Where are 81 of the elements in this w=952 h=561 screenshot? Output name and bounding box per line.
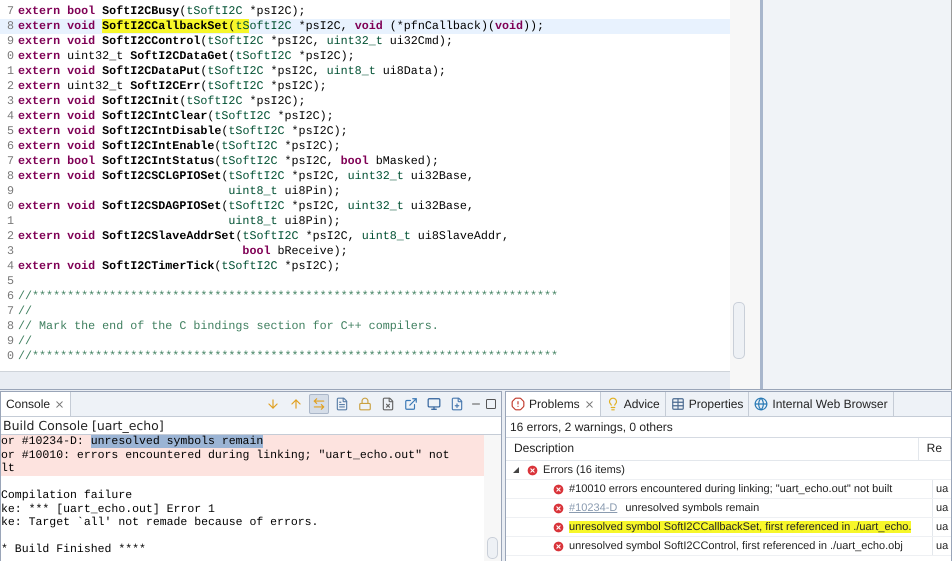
resource-cell: ua (932, 480, 951, 498)
line-number: 2 (6, 229, 14, 244)
code-line: extern void SoftI2CControl(tSoftI2C *psI2C, uint32_t ui32Cmd); (18, 34, 453, 49)
code-line: extern void SoftI2CInit(tSoftI2C *psI2C); (18, 94, 306, 109)
problem-description[interactable]: unresolved symbol SoftI2CControl, first referenced in ./uart_echo.obj (569, 540, 903, 552)
code-line: extern void SoftI2CIntDisable(tSoftI2C *psI2C); (18, 124, 348, 139)
line-number: 9 (6, 334, 14, 349)
scrollbar-thumb[interactable] (487, 537, 498, 559)
code-line: extern void SoftI2CSDAGPIOSet(tSoftI2C *psI2C, uint32_t ui32Base, (18, 199, 474, 214)
line-number: 8 (6, 19, 14, 34)
resource-cell: ua (932, 499, 951, 517)
line-number: 3 (6, 244, 14, 259)
resource-cell: ua (932, 537, 951, 555)
code-line: //*************************************************************************** (18, 289, 558, 304)
close-icon[interactable] (54, 398, 66, 410)
error-icon (552, 502, 565, 514)
line-number: 1 (6, 64, 14, 79)
problems-icon (511, 397, 525, 411)
view-tab[interactable]: Advice (600, 392, 666, 416)
line-number: 2 (6, 79, 14, 94)
table-icon (670, 397, 685, 411)
line-number: 6 (6, 139, 14, 154)
code-line: extern void SoftI2CSlaveAddrSet(tSoftI2C *psI2C, uint8_t ui8SlaveAddr, (18, 229, 509, 244)
line-number: 5 (6, 124, 14, 139)
expand-toggle-icon[interactable] (512, 466, 520, 474)
line-number: 4 (6, 109, 14, 124)
resource-cell: ua (932, 518, 951, 536)
line-number: 0 (6, 49, 14, 64)
line-number: 7 (6, 304, 14, 319)
code-line: //*************************************************************************** (18, 349, 558, 364)
globe-icon (754, 397, 768, 411)
editor-scrollbar[interactable] (730, 0, 760, 389)
line-number: 9 (6, 34, 14, 49)
problem-description[interactable]: unresolved symbol SoftI2CCallbackSet, first referenced in ./uart_echo. (569, 521, 912, 533)
code-line: extern void SoftI2CCallbackSet(tSoftI2C *psI2C, void (*pfnCallback)(void)); (18, 19, 544, 34)
code-line: // Mark the end of the C bindings section for C++ compilers. (18, 319, 439, 334)
code-line: uint8_t ui8Pin); (227, 214, 341, 229)
line-number: 3 (6, 94, 14, 109)
code-line: extern uint32_t SoftI2CErr(tSoftI2C *psI2C); (18, 79, 327, 94)
view-tab[interactable]: Properties (666, 392, 750, 416)
line-number: 1 (6, 214, 14, 229)
line-number: 9 (6, 184, 14, 199)
line-number: 7 (6, 154, 14, 169)
console-scrollbar[interactable] (484, 435, 501, 561)
problem-description[interactable]: unresolved symbols remain (625, 502, 760, 514)
code-line: extern uint32_t SoftI2CDataGet(tSoftI2C *psI2C); (18, 49, 355, 64)
code-line: extern void SoftI2CIntEnable(tSoftI2C *psI2C); (18, 139, 341, 154)
error-icon (526, 464, 539, 476)
problems-summary: 16 errors, 2 warnings, 0 others (509, 419, 674, 436)
code-line: bool bReceive); (241, 244, 348, 259)
maximize-icon[interactable] (485, 398, 497, 410)
error-icon (552, 540, 565, 552)
line-number: 6 (6, 289, 14, 304)
line-number: 8 (6, 169, 14, 184)
column-header[interactable]: Description (506, 438, 919, 460)
code-line: extern void SoftI2CTimerTick(tSoftI2C *psI2C); (18, 259, 341, 274)
error-icon (552, 482, 565, 496)
code-line: uint8_t ui8Pin); (227, 184, 341, 199)
line-number: 5 (6, 274, 14, 289)
view-tab[interactable]: Internal Web Browser (749, 392, 894, 416)
column-header[interactable]: Re (918, 438, 951, 460)
line-number: 7 (6, 4, 14, 19)
code-line: extern bool SoftI2CBusy(tSoftI2C *psI2C); (18, 4, 306, 19)
line-number: 0 (6, 349, 14, 364)
tree-group-label[interactable]: Errors (16 items) (543, 464, 625, 476)
line-number: 0 (6, 199, 14, 214)
code-line: // (18, 304, 32, 319)
code-line: extern void SoftI2CSCLGPIOSet(tSoftI2C *psI2C, uint32_t ui32Base, (18, 169, 474, 184)
view-tab[interactable]: Problems (506, 392, 601, 416)
code-editor[interactable] (0, 0, 730, 372)
close-icon[interactable] (584, 398, 595, 410)
line-number: 8 (6, 319, 14, 334)
error-icon (552, 520, 565, 534)
code-line: extern bool SoftI2CIntStatus(tSoftI2C *psI2C, bool bMasked); (18, 154, 439, 169)
problem-description[interactable]: #10010 errors encountered during linking; "uart_echo.out" not built (569, 483, 892, 495)
code-line: // (18, 334, 32, 349)
scrollbar-thumb[interactable] (733, 302, 745, 359)
code-line: extern void SoftI2CIntClear(tSoftI2C *psI2C); (18, 109, 334, 124)
code-line: extern void SoftI2CDataPut(tSoftI2C *psI2C, uint8_t ui8Data); (18, 64, 446, 79)
console-tab[interactable]: Console (1, 392, 72, 416)
line-number: 4 (6, 259, 14, 274)
